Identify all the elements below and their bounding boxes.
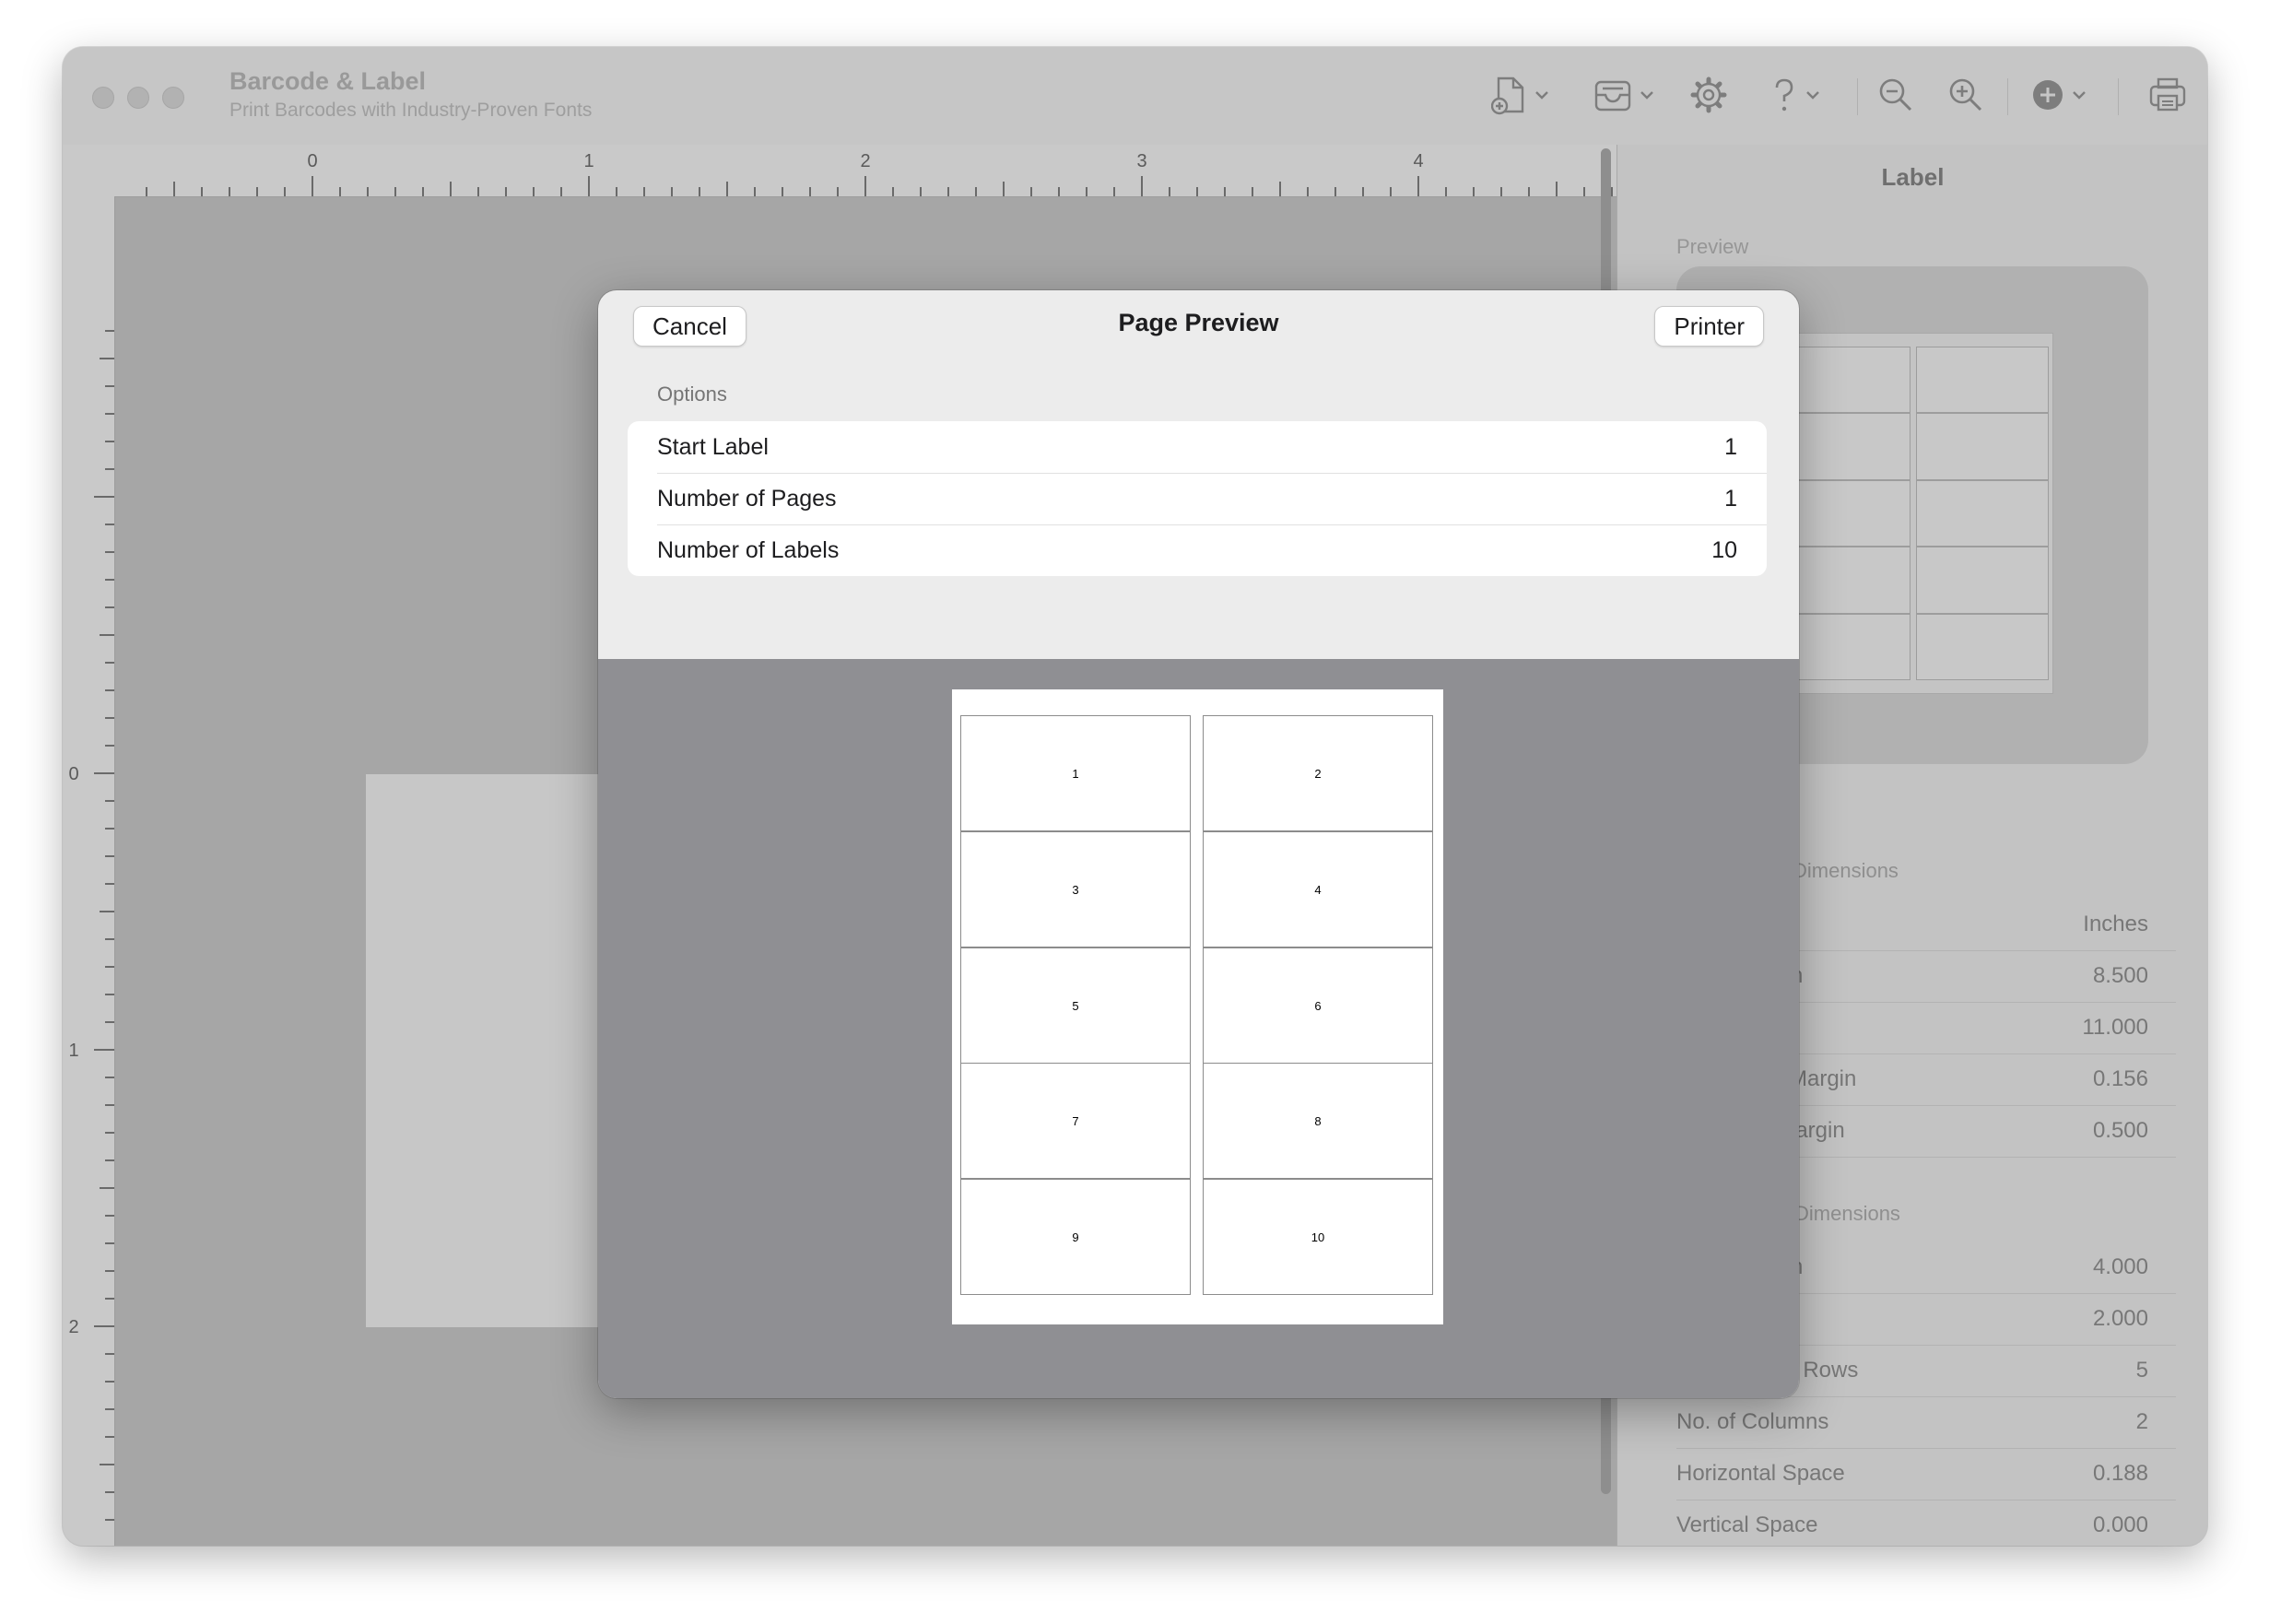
mini-label-cell — [1916, 613, 2049, 680]
page-preview-area: 1 2 3 4 5 6 7 8 9 10 — [598, 659, 1799, 1398]
columns-count-row[interactable]: No. of Columns 2 — [1676, 1396, 2176, 1449]
preview-label-cell: 3 — [960, 831, 1191, 947]
row-value: 5 — [2135, 1358, 2148, 1383]
inspector-title: Label — [1881, 163, 1945, 191]
zoom-in-icon — [1946, 76, 1985, 114]
option-value: 1 — [1724, 434, 1737, 460]
page-preview-dialog: Page Preview Cancel Printer Options Star… — [598, 290, 1799, 1398]
app-title: Barcode & Label — [229, 67, 427, 95]
chevron-down-icon — [1534, 89, 1550, 100]
zoom-out-button[interactable] — [1876, 71, 1915, 119]
row-value: 0.500 — [2092, 1118, 2148, 1143]
new-document-icon — [1491, 75, 1528, 115]
row-value: 4.000 — [2092, 1254, 2148, 1279]
ruler-label: 2 — [860, 151, 870, 171]
preview-label-cell: 2 — [1203, 715, 1433, 831]
unit-header: Inches — [2083, 912, 2148, 936]
add-icon — [2030, 77, 2065, 112]
row-label: Horizontal Space — [1676, 1461, 1845, 1486]
help-icon — [1769, 76, 1799, 114]
option-label: Start Label — [657, 434, 769, 460]
row-label: f Rows — [1791, 1358, 1859, 1383]
mini-label-cell — [1916, 547, 2049, 614]
preview-label-cell: 1 — [960, 715, 1191, 831]
horizontal-ruler: 0 1 2 3 4 — [63, 145, 1617, 197]
help-menu-button[interactable] — [1769, 71, 1821, 119]
row-label: No. of Columns — [1676, 1409, 1829, 1434]
mini-sheet — [1773, 333, 2053, 694]
zoom-in-button[interactable] — [1946, 71, 1985, 119]
gear-icon — [1689, 76, 1728, 114]
close-window-button[interactable] — [92, 87, 114, 109]
row-value: 2.000 — [2092, 1306, 2148, 1331]
app-window: Barcode & Label Print Barcodes with Indu… — [63, 47, 2207, 1546]
row-value: 11.000 — [2082, 1015, 2148, 1040]
toolbar-divider — [1857, 78, 1858, 115]
settings-button[interactable] — [1689, 71, 1728, 119]
new-document-menu-button[interactable] — [1491, 71, 1550, 119]
ruler-label: 2 — [68, 1317, 78, 1337]
toolbar-divider — [2007, 78, 2008, 115]
app-subtitle: Print Barcodes with Industry-Proven Font… — [229, 100, 593, 121]
row-value: 2 — [2135, 1409, 2148, 1434]
cancel-button[interactable]: Cancel — [633, 306, 747, 347]
option-value: 10 — [1711, 537, 1737, 563]
preview-sheet: 1 2 3 4 5 6 7 8 9 10 — [952, 689, 1443, 1324]
add-menu-button[interactable] — [2030, 71, 2087, 119]
tray-menu-button[interactable] — [1593, 71, 1655, 119]
preview-section-label: Preview — [1676, 235, 1749, 258]
horizontal-space-row[interactable]: Horizontal Space 0.188 — [1676, 1448, 2176, 1500]
print-button[interactable] — [2147, 71, 2188, 119]
horizontal-ruler-scale: 0 1 2 3 4 — [146, 151, 1613, 196]
number-of-labels-row[interactable]: Number of Labels 10 — [628, 524, 1767, 576]
preview-label-cell: 7 — [960, 1063, 1191, 1179]
chevron-down-icon — [1639, 89, 1655, 100]
preview-label-cell: 10 — [1203, 1179, 1433, 1295]
option-value: 1 — [1724, 486, 1737, 512]
row-label: Margin — [1789, 1066, 1857, 1091]
start-label-row[interactable]: Start Label 1 — [628, 421, 1767, 473]
mini-label-cell — [1916, 347, 2049, 414]
ruler-label: 0 — [307, 151, 317, 171]
option-label: Number of Labels — [657, 537, 840, 563]
option-label: Number of Pages — [657, 486, 837, 512]
ruler-label: 3 — [1136, 151, 1146, 171]
row-value: 0.156 — [2092, 1066, 2148, 1091]
row-value: 0.188 — [2092, 1461, 2148, 1486]
preview-label-cell: 4 — [1203, 831, 1433, 947]
row-value: 8.500 — [2092, 963, 2148, 988]
vertical-ruler: 0123 — [63, 196, 115, 1546]
minimize-window-button[interactable] — [127, 87, 149, 109]
row-value: 0.000 — [2092, 1512, 2148, 1537]
label-dimensions-header: Dimensions — [1794, 1202, 1900, 1225]
mini-label-cell — [1916, 413, 2049, 480]
zoom-out-icon — [1876, 76, 1915, 114]
options-table: Start Label 1 Number of Pages 1 Number o… — [628, 421, 1767, 576]
options-header: Options — [657, 382, 727, 406]
ruler-label: 4 — [1413, 151, 1423, 171]
ruler-label: 1 — [68, 1041, 78, 1061]
preview-label-cell: 8 — [1203, 1063, 1433, 1179]
chevron-down-icon — [2071, 89, 2087, 100]
preview-label-cell: 6 — [1203, 947, 1433, 1064]
toolbar-divider — [2118, 78, 2119, 115]
number-of-pages-row[interactable]: Number of Pages 1 — [628, 473, 1767, 524]
print-icon — [2147, 76, 2188, 114]
mini-label-cell — [1916, 479, 2049, 547]
printer-button[interactable]: Printer — [1654, 306, 1764, 347]
preview-label-cell: 5 — [960, 947, 1191, 1064]
preview-label-cell: 9 — [960, 1179, 1191, 1295]
vertical-space-row[interactable]: Vertical Space 0.000 — [1676, 1500, 2176, 1546]
zoom-window-button[interactable] — [162, 87, 184, 109]
chevron-down-icon — [1805, 89, 1821, 100]
dialog-title: Page Preview — [1118, 309, 1279, 336]
title-bar: Barcode & Label Print Barcodes with Indu… — [63, 47, 2207, 146]
vertical-ruler-scale: 0123 — [68, 330, 114, 1521]
row-label: Vertical Space — [1676, 1512, 1818, 1537]
ruler-label: 0 — [68, 764, 78, 784]
page-dimensions-header: Dimensions — [1793, 859, 1899, 882]
ruler-label: 1 — [583, 151, 594, 171]
tray-icon — [1593, 76, 1633, 113]
